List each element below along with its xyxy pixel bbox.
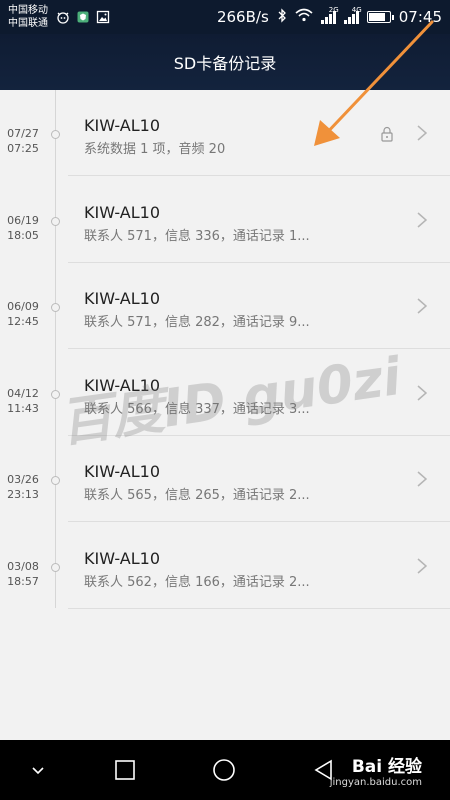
- backup-record-row[interactable]: 06/19 18:05 KIW-AL10 联系人 571，信息 336，通话记录 1.…: [0, 177, 450, 263]
- backup-record-row[interactable]: 03/08 18:57 KIW-AL10 联系人 562，信息 166，通话记录 2.…: [0, 523, 450, 609]
- timeline-dot: [51, 303, 60, 312]
- record-summary: 联系人 571，信息 336，通话记录 1...: [84, 228, 310, 244]
- record-time: 18:05: [7, 228, 39, 242]
- header: SD卡备份记录: [0, 34, 450, 90]
- record-datetime: 06/09 12:45: [0, 299, 46, 329]
- backup-record-row[interactable]: 07/27 07:25 KIW-AL10 系统数据 1 项，音频 20: [0, 90, 450, 176]
- record-device: KIW-AL10: [84, 289, 161, 308]
- record-summary: 联系人 571，信息 282，通话记录 9...: [84, 315, 310, 330]
- timeline-dot: [51, 476, 60, 485]
- record-datetime: 04/12 11:43: [0, 386, 46, 416]
- signal-4g-icon: 4G: [343, 6, 362, 24]
- record-time: 12:45: [7, 315, 39, 328]
- record-time: 11:43: [7, 401, 39, 415]
- battery-fill: [368, 13, 385, 21]
- chevron-right-icon: [416, 557, 428, 575]
- signal-2g-label: 2G: [328, 6, 339, 14]
- signal-4g-label: 4G: [351, 6, 362, 14]
- row-divider: [68, 607, 450, 609]
- navigation-bar: Bai 经验 jingyan.baidu.com: [0, 740, 450, 800]
- record-datetime: 03/08 18:57: [0, 559, 46, 589]
- net-speed: 266B/s: [216, 8, 269, 26]
- baidu-site: jingyan.baidu.com: [329, 777, 422, 788]
- baidu-logo-text: Bai 经验: [351, 757, 422, 777]
- recent-apps-icon[interactable]: [113, 758, 137, 782]
- record-summary: 系统数据 1 项，音频 20: [84, 142, 226, 157]
- record-date: 06/09: [7, 300, 39, 313]
- clock: 07:45: [398, 8, 442, 26]
- record-device: KIW-AL10: [84, 462, 161, 481]
- bluetooth-icon: [277, 7, 287, 27]
- record-device: KIW-AL10: [84, 548, 161, 568]
- wifi-icon: [295, 8, 313, 26]
- carrier-1: 中国移动: [8, 5, 48, 16]
- timeline-dot: [51, 216, 60, 226]
- carrier-2: 中国联通: [8, 18, 48, 29]
- cow-app-icon: [56, 10, 70, 24]
- record-date: 06/19: [7, 213, 39, 227]
- timeline-dot: [51, 130, 60, 139]
- collapse-icon[interactable]: [26, 758, 50, 782]
- notification-icons: [56, 10, 110, 24]
- carrier-info: 中国移动 中国联通: [8, 4, 48, 30]
- timeline-dot: [51, 562, 60, 572]
- record-date: 03/26: [7, 473, 39, 486]
- record-device: KIW-AL10: [84, 116, 161, 135]
- chevron-right-icon: [416, 124, 428, 142]
- record-date: 04/12: [7, 386, 39, 400]
- page-title: SD卡备份记录: [173, 54, 277, 73]
- record-summary: 联系人 562，信息 166，通话记录 2...: [84, 574, 310, 590]
- shield-app-icon: [76, 10, 90, 24]
- status-right: 266B/s 2G 4G 07:45: [216, 6, 442, 27]
- home-icon[interactable]: [212, 758, 236, 782]
- baidu-jingyan-logo: Bai 经验 jingyan.baidu.com: [330, 752, 422, 788]
- record-date: 07/27: [7, 127, 39, 140]
- record-date: 03/08: [7, 559, 39, 573]
- chevron-right-icon: [416, 211, 428, 229]
- record-device: KIW-AL10: [84, 202, 161, 222]
- chevron-right-icon: [416, 470, 428, 488]
- lock-icon[interactable]: [380, 126, 394, 142]
- record-time: 18:57: [7, 574, 39, 588]
- battery-icon: [366, 11, 394, 23]
- record-datetime: 06/19 18:05: [0, 213, 46, 243]
- record-summary: 联系人 565，信息 265，通话记录 2...: [84, 488, 310, 503]
- record-datetime: 03/26 23:13: [0, 472, 46, 502]
- image-icon: [96, 10, 110, 24]
- record-time: 07:25: [7, 142, 39, 155]
- signal-2g-icon: 2G: [320, 6, 339, 24]
- status-bar: 中国移动 中国联通 266B/s 2G 4G 07:45: [0, 0, 450, 34]
- chevron-right-icon: [416, 297, 428, 315]
- record-time: 23:13: [7, 488, 39, 501]
- record-datetime: 07/27 07:25: [0, 126, 46, 156]
